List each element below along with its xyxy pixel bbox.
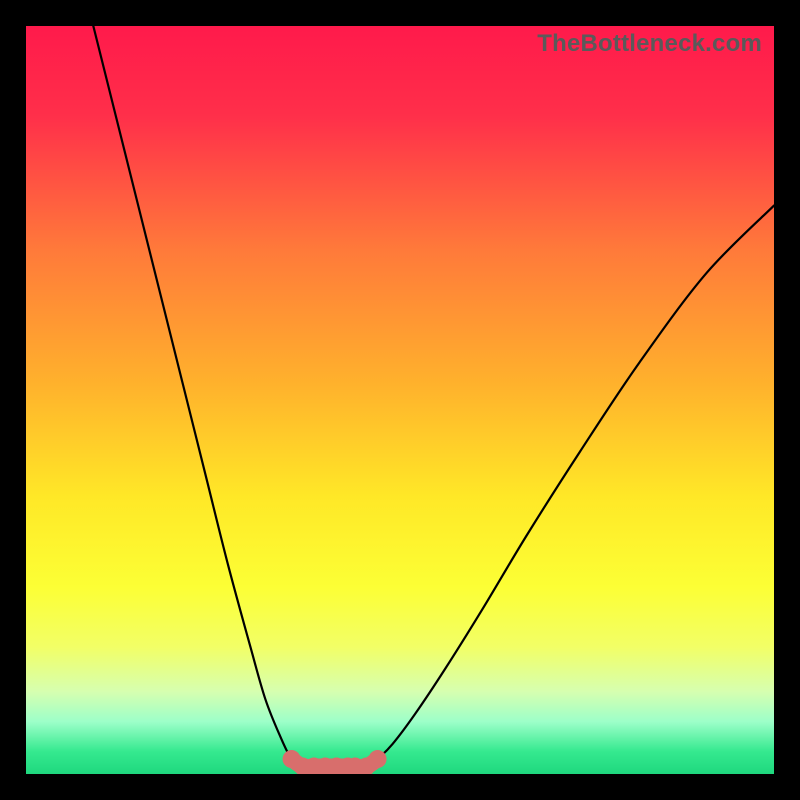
chart-frame: TheBottleneck.com <box>0 0 800 800</box>
marker-dots <box>283 750 387 774</box>
bottleneck-curve-right <box>355 206 774 768</box>
marker-dot <box>369 750 387 768</box>
bottleneck-curve-left <box>93 26 314 767</box>
watermark-text: TheBottleneck.com <box>537 30 762 58</box>
plot-area: TheBottleneck.com <box>26 26 774 774</box>
curve-layer <box>26 26 774 774</box>
